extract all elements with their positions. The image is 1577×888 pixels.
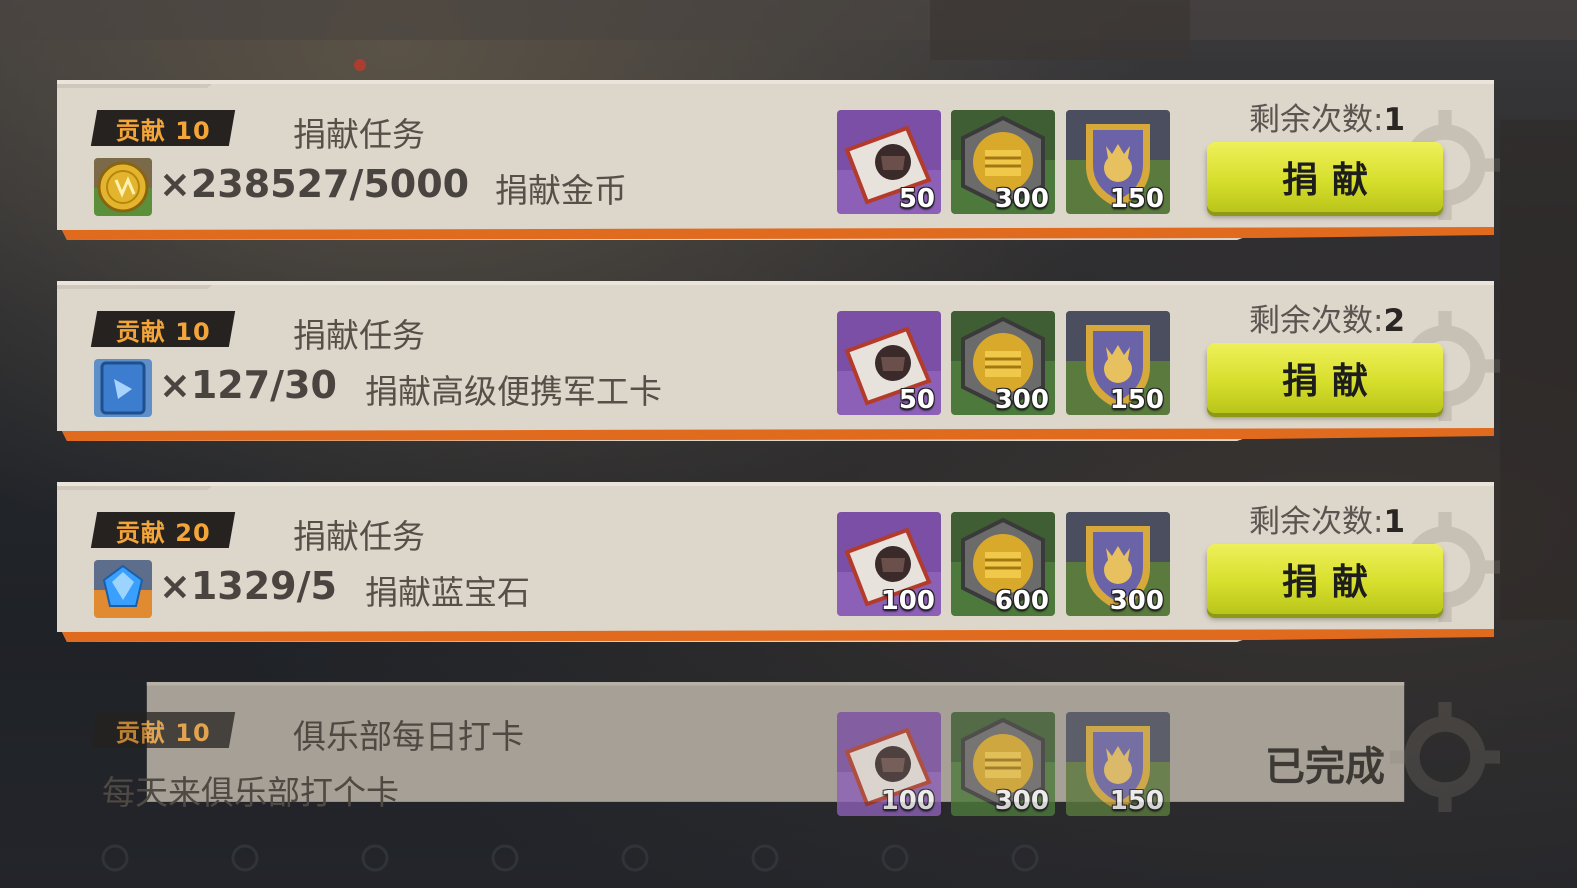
reward-item[interactable]: 300: [951, 311, 1055, 415]
task-card-4: 贡献 10 俱乐部每日打卡 每天来俱乐部打个卡 100 300 150 已完成: [57, 682, 1494, 822]
remaining-number: 2: [1383, 303, 1406, 339]
reward-item[interactable]: 300: [951, 712, 1055, 816]
reward-qty: 150: [1109, 184, 1164, 214]
remaining-number: 1: [1383, 504, 1406, 540]
reward-qty: 150: [1109, 385, 1164, 415]
reward-item[interactable]: 300: [951, 110, 1055, 214]
gold-coin-icon: [94, 158, 152, 216]
remaining-count: 剩余次数:1: [1248, 102, 1406, 138]
reward-item[interactable]: 300: [1066, 512, 1170, 616]
reward-item[interactable]: 600: [951, 512, 1055, 616]
task-title: 捐献任务: [293, 316, 425, 355]
reward-qty: 50: [898, 184, 935, 214]
remaining-number: 1: [1383, 102, 1406, 138]
task-title: 俱乐部每日打卡: [293, 717, 524, 756]
contribution-badge: 贡献 10: [90, 110, 236, 146]
task-progress: ×127/30: [159, 363, 337, 407]
remaining-count: 剩余次数:1: [1248, 504, 1406, 540]
reward-item[interactable]: 150: [1066, 712, 1170, 816]
reward-qty: 50: [898, 385, 935, 415]
task-card-1: 贡献 10 捐献任务 ×238527/5000 捐献金币 50 300 150 …: [57, 80, 1494, 240]
sapphire-icon: [94, 560, 152, 618]
reward-qty: 300: [994, 786, 1049, 816]
task-progress: ×1329/5: [159, 564, 337, 608]
task-title: 捐献任务: [293, 115, 425, 154]
reward-qty: 100: [880, 586, 935, 616]
reward-qty: 300: [994, 385, 1049, 415]
donate-button[interactable]: 捐献: [1207, 343, 1443, 413]
task-card-2: 贡献 10 捐献任务 ×127/30 捐献高级便携军工卡 50 300 150 …: [57, 281, 1494, 441]
task-title: 捐献任务: [293, 517, 425, 556]
completed-status: 已完成: [1265, 744, 1385, 790]
contribution-badge: 贡献 10: [90, 712, 236, 748]
reward-qty: 150: [1109, 786, 1164, 816]
task-description: 捐献高级便携军工卡: [365, 372, 662, 411]
task-description: 捐献金币: [495, 171, 627, 210]
reward-qty: 600: [994, 586, 1049, 616]
blue-card-icon: [94, 359, 152, 417]
reward-item[interactable]: 50: [837, 311, 941, 415]
reward-qty: 300: [1109, 586, 1164, 616]
remaining-count: 剩余次数:2: [1248, 303, 1406, 339]
reward-item[interactable]: 150: [1066, 311, 1170, 415]
task-card-3: 贡献 20 捐献任务 ×1329/5 捐献蓝宝石 100 600 300 剩余次…: [57, 482, 1494, 642]
reward-item[interactable]: 100: [837, 512, 941, 616]
reward-qty: 100: [880, 786, 935, 816]
reward-item[interactable]: 100: [837, 712, 941, 816]
task-description: 捐献蓝宝石: [365, 573, 530, 612]
donate-button[interactable]: 捐献: [1207, 544, 1443, 614]
contribution-badge: 贡献 20: [90, 512, 236, 548]
contribution-badge: 贡献 10: [90, 311, 236, 347]
reward-item[interactable]: 150: [1066, 110, 1170, 214]
task-description: 每天来俱乐部打个卡: [102, 773, 399, 812]
reward-item[interactable]: 50: [837, 110, 941, 214]
task-progress: ×238527/5000: [159, 162, 470, 206]
reward-qty: 300: [994, 184, 1049, 214]
donate-button[interactable]: 捐献: [1207, 142, 1443, 212]
